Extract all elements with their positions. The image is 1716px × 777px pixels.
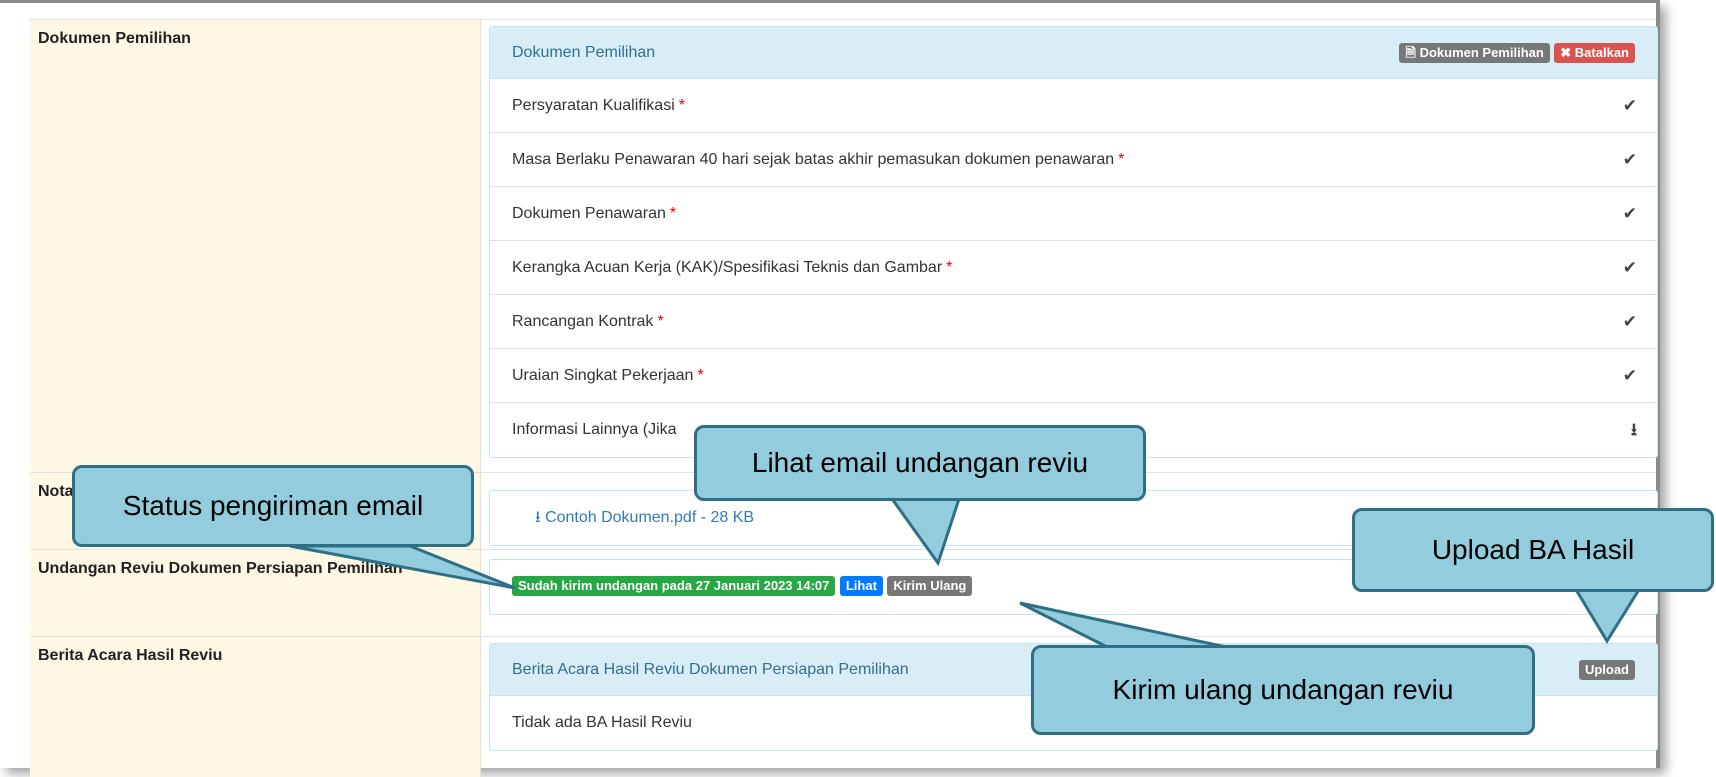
callout-status: Status pengiriman email	[72, 465, 474, 547]
upload-callout-tail	[1572, 586, 1643, 644]
callout-upload: Upload BA Hasil	[1352, 508, 1714, 592]
kirim-callout-tail	[1019, 601, 1246, 653]
callout-lihat: Lihat email undangan reviu	[694, 425, 1146, 501]
lihat-callout-tail	[887, 494, 963, 567]
status-callout-tail	[289, 544, 516, 590]
callout-kirim: Kirim ulang undangan reviu	[1031, 645, 1535, 735]
window-frame: Dokumen Pemilihan Dokumen Pemilihan 🗎 Do…	[0, 0, 1714, 777]
